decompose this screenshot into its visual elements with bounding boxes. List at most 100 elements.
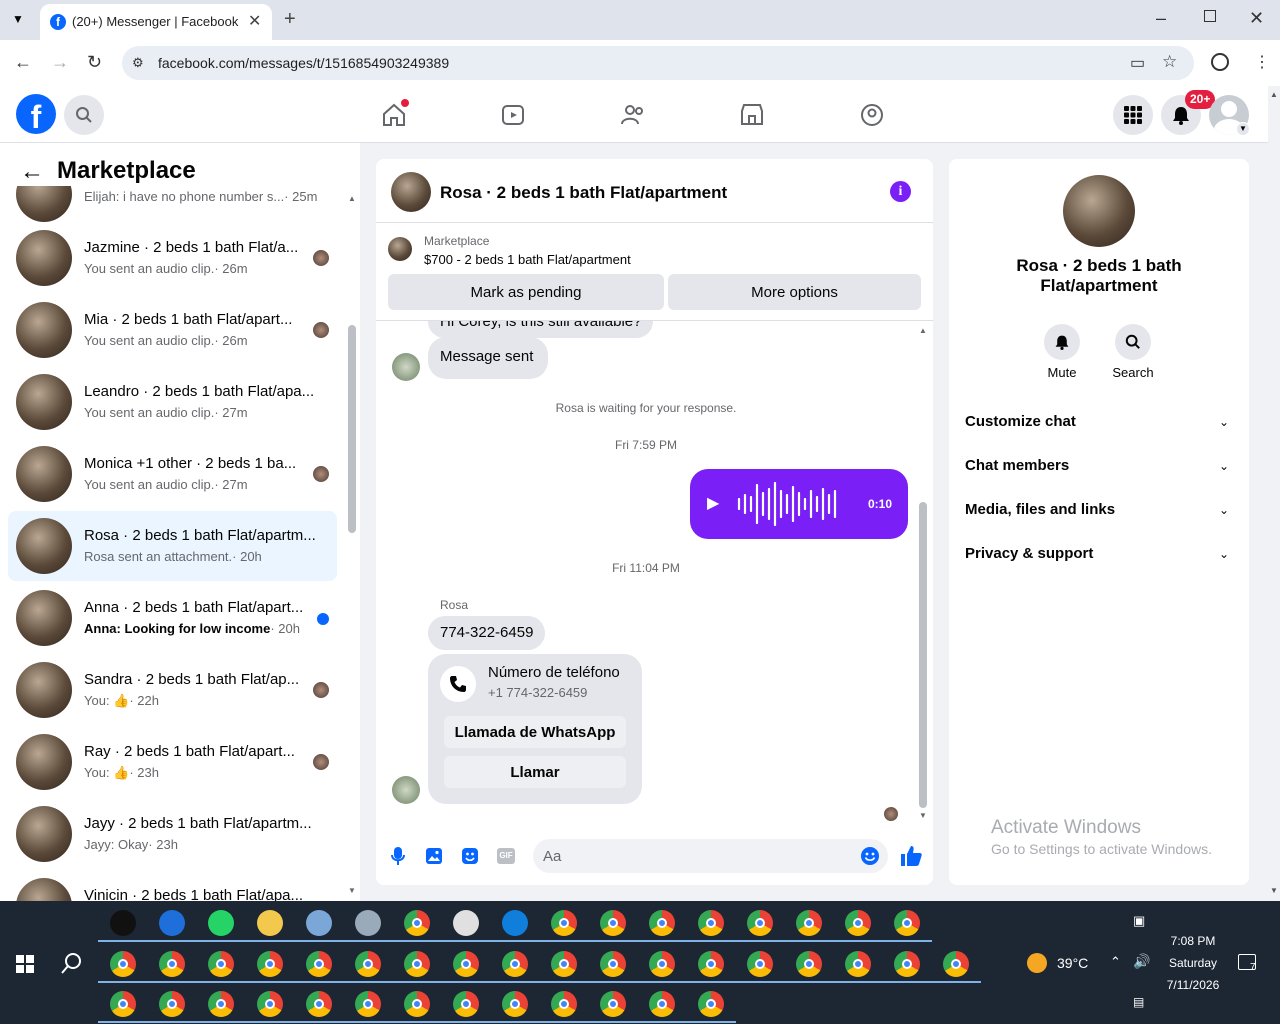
chrome-icon[interactable] [490,991,540,1023]
chrome-icon[interactable] [98,951,148,983]
like-thumb-icon[interactable] [899,844,923,868]
chrome-icon[interactable] [98,991,148,1023]
windows-start-icon[interactable] [16,955,34,973]
chrome-icon[interactable] [343,991,393,1023]
forward-icon[interactable]: → [51,52,69,73]
clock-day[interactable]: Saturday [1160,956,1226,970]
customize-chat-item[interactable]: Customize chat ⌄ [957,402,1241,442]
chrome-icon[interactable] [441,991,491,1023]
list-item[interactable]: Vinicin · 2 beds 1 bath Flat/apa... [8,871,337,901]
taskbar-app-icon[interactable] [343,910,393,942]
new-tab-icon[interactable]: + [284,8,296,31]
list-item[interactable]: Monica +1 other · 2 beds 1 ba... You sen… [8,439,337,509]
call-button[interactable]: Llamar [444,756,626,788]
chrome-icon[interactable] [833,951,883,983]
info-icon[interactable]: i [890,181,911,202]
chrome-icon[interactable] [245,951,295,983]
photo-icon[interactable] [425,847,443,865]
tab-search-icon[interactable]: ▼ [12,12,24,26]
chrome-icon[interactable] [147,951,197,983]
facebook-logo-icon[interactable]: f [16,94,56,134]
chrome-icon[interactable] [294,991,344,1023]
chrome-icon[interactable] [392,910,442,942]
chrome-icon[interactable] [833,910,883,942]
chrome-icon[interactable] [735,910,785,942]
message-bubble[interactable]: Hi Corey, is this still available? [428,321,654,338]
chrome-icon[interactable] [735,951,785,983]
tray-chevron-icon[interactable]: ⌃ [1110,954,1121,970]
chrome-icon[interactable] [637,991,687,1023]
message-bubble[interactable]: Message sent [428,337,548,379]
message-bubble[interactable]: 774-322-6459 [428,616,546,650]
chrome-icon[interactable] [343,951,393,983]
groups-icon[interactable] [859,102,885,128]
close-window-icon[interactable]: ✕ [1249,8,1264,29]
chrome-icon[interactable] [245,991,295,1023]
chrome-icon[interactable] [882,910,932,942]
message-input[interactable]: Aa [533,839,888,873]
friends-icon[interactable] [620,102,646,128]
audio-message[interactable]: ▶ 0:10 [690,469,908,539]
network-icon[interactable]: ▤ [1133,995,1144,1009]
chrome-icon[interactable] [686,951,736,983]
profile-avatar[interactable] [1063,175,1135,247]
scroll-down-icon[interactable]: ▼ [348,886,356,895]
thread-scrollbar[interactable] [919,502,927,808]
account-chevron-icon[interactable]: ▼ [1236,122,1250,136]
chrome-icon[interactable] [784,951,834,983]
chrome-icon[interactable] [539,951,589,983]
sticker-icon[interactable] [461,847,479,865]
weather-temp[interactable]: 39°C [1057,955,1088,971]
list-item[interactable]: Jazmine · 2 beds 1 bath Flat/a... You se… [8,223,337,293]
list-item[interactable]: Jayy · 2 beds 1 bath Flat/apartm... Jayy… [8,799,337,869]
taskbar-app-icon[interactable] [441,910,491,942]
menu-button[interactable] [1113,95,1153,135]
taskbar-app-icon[interactable] [98,910,148,942]
taskbar-search-icon[interactable] [61,952,83,974]
chrome-icon[interactable] [441,951,491,983]
volume-icon[interactable]: 🔊 [1133,953,1150,970]
bookmark-star-icon[interactable]: ☆ [1162,52,1177,72]
thread-scroll-up-icon[interactable]: ▲ [919,326,927,335]
chrome-icon[interactable] [637,951,687,983]
chrome-icon[interactable] [882,951,932,983]
omnibox[interactable]: ⚙ facebook.com/messages/t/15168549032493… [122,46,1194,80]
back-icon[interactable]: ← [14,52,32,73]
list-item[interactable]: Leandro · 2 beds 1 bath Flat/apa... You … [8,367,337,437]
play-icon[interactable]: ▶ [707,493,719,513]
emoji-icon[interactable] [860,846,880,866]
taskbar-app-icon[interactable] [294,910,344,942]
chat-members-item[interactable]: Chat members ⌄ [957,446,1241,486]
list-item[interactable]: Anna · 2 beds 1 bath Flat/apart... Anna:… [8,583,337,653]
chrome-icon[interactable] [686,991,736,1023]
back-arrow-icon[interactable]: ← [20,158,44,186]
browser-menu-icon[interactable]: ⋮ [1254,52,1270,72]
clock-date[interactable]: 7/11/2026 [1160,978,1226,992]
whatsapp-call-button[interactable]: Llamada de WhatsApp [444,716,626,748]
taskbar-app-icon[interactable] [245,910,295,942]
listing-title[interactable]: $700 - 2 beds 1 bath Flat/apartment [424,252,631,267]
more-options-button[interactable]: More options [668,274,921,310]
list-item[interactable]: Ray · 2 beds 1 bath Flat/apart... You: 👍… [8,727,337,797]
chrome-icon[interactable] [931,951,981,983]
chrome-icon[interactable] [588,951,638,983]
chrome-icon[interactable] [147,991,197,1023]
list-item[interactable]: Mia · 2 beds 1 bath Flat/apart... You se… [8,295,337,365]
url-text[interactable]: facebook.com/messages/t/1516854903249389 [158,55,449,71]
browser-tab[interactable]: f (20+) Messenger | Facebook ✕ [40,4,272,40]
thread-scroll-down-icon[interactable]: ▼ [919,811,927,820]
chrome-icon[interactable] [588,991,638,1023]
sidebar-scrollbar[interactable] [348,325,356,533]
conversation-list[interactable]: Elijah: i have no phone number s...· 25m… [0,186,345,901]
gif-icon[interactable]: GIF [497,848,515,864]
site-info-icon[interactable]: ⚙ [132,55,144,71]
minimize-icon[interactable]: – [1156,8,1166,29]
chrome-icon[interactable] [392,951,442,983]
chrome-icon[interactable] [392,991,442,1023]
privacy-support-item[interactable]: Privacy & support ⌄ [957,534,1241,574]
restore-icon[interactable] [1204,10,1216,22]
taskbar-app-icon[interactable] [147,910,197,942]
chrome-icon[interactable] [686,910,736,942]
chat-title[interactable]: Rosa · 2 beds 1 bath Flat/apartment [440,183,727,203]
reload-icon[interactable]: ↻ [87,52,102,73]
